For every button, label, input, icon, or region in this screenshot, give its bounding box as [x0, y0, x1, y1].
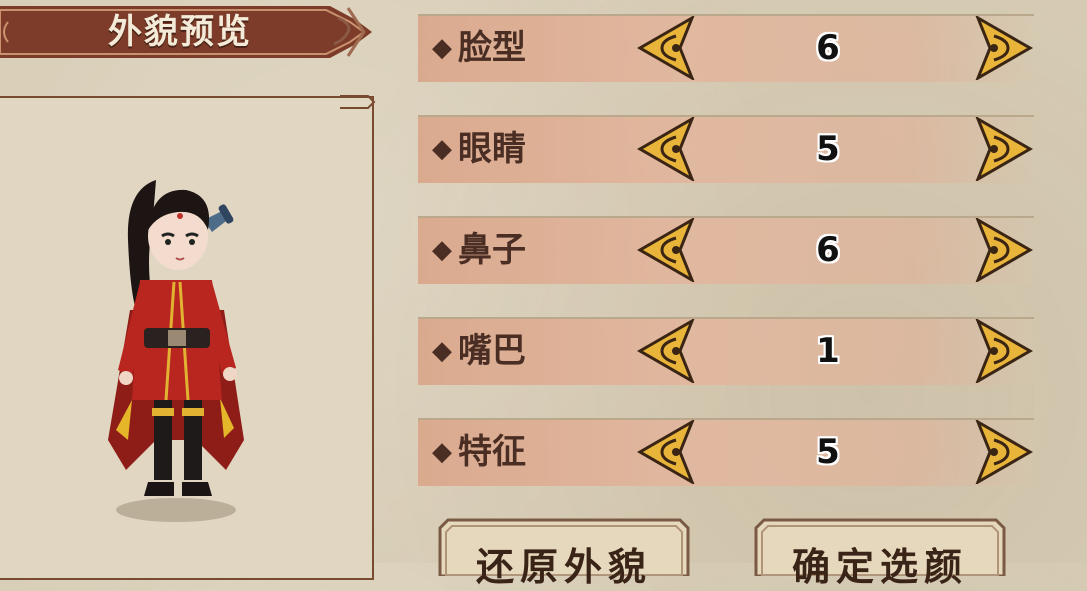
- ornate-right-arrow-icon[interactable]: [974, 420, 1034, 484]
- diamond-bullet-icon: ◆: [432, 134, 452, 164]
- feature-row-feature: ◆ 特征 5: [418, 418, 1034, 486]
- ornate-right-arrow-icon[interactable]: [974, 319, 1034, 383]
- feature-row-mouth: ◆ 嘴巴 1: [418, 317, 1034, 385]
- ornate-right-arrow-icon[interactable]: [974, 218, 1034, 282]
- ornate-left-arrow-icon[interactable]: [636, 319, 696, 383]
- row-divider: [418, 418, 1034, 420]
- row-divider: [418, 317, 1034, 319]
- restore-button-label: 还原外貌: [475, 545, 652, 589]
- ornate-right-arrow-icon[interactable]: [974, 16, 1034, 80]
- ornate-left-arrow-icon[interactable]: [636, 117, 696, 181]
- row-label: ◆ 眼睛: [432, 125, 526, 173]
- feature-row-nose: ◆ 鼻子 6: [418, 216, 1034, 284]
- row-value: 5: [816, 129, 840, 169]
- ornate-left-arrow-icon[interactable]: [636, 16, 696, 80]
- row-value: 5: [816, 432, 840, 472]
- row-divider: [418, 115, 1034, 117]
- row-label: ◆ 特征: [432, 428, 526, 476]
- row-label-text: 鼻子: [458, 230, 526, 270]
- panel-corner-icon: [340, 95, 376, 109]
- ornate-right-arrow-icon[interactable]: [974, 117, 1034, 181]
- row-value: 6: [816, 230, 840, 270]
- feature-row-eyes: ◆ 眼睛 5: [418, 115, 1034, 183]
- diamond-bullet-icon: ◆: [432, 336, 452, 366]
- ornate-left-arrow-icon[interactable]: [636, 420, 696, 484]
- row-divider: [418, 216, 1034, 218]
- page-title: 外貌预览: [108, 12, 252, 52]
- row-label-text: 特征: [458, 432, 526, 472]
- row-label-text: 眼睛: [458, 129, 526, 169]
- row-label-text: 脸型: [458, 28, 526, 68]
- confirm-appearance-button[interactable]: 确定选颜: [752, 516, 1008, 589]
- ornate-left-arrow-icon[interactable]: [636, 218, 696, 282]
- diamond-bullet-icon: ◆: [432, 33, 452, 63]
- row-label: ◆ 嘴巴: [432, 327, 526, 375]
- character-preview-image: [108, 180, 244, 522]
- diamond-bullet-icon: ◆: [432, 235, 452, 265]
- row-value: 6: [816, 28, 840, 68]
- row-divider: [418, 14, 1034, 16]
- row-label: ◆ 鼻子: [432, 226, 526, 274]
- feature-row-face: ◆ 脸型 6: [418, 14, 1034, 82]
- confirm-button-label: 确定选颜: [791, 545, 968, 589]
- row-value: 1: [816, 331, 840, 371]
- row-label: ◆ 脸型: [432, 24, 526, 72]
- restore-appearance-button[interactable]: 还原外貌: [436, 516, 692, 589]
- diamond-bullet-icon: ◆: [432, 437, 452, 467]
- row-label-text: 嘴巴: [458, 331, 526, 371]
- title-banner: 外貌预览: [0, 0, 380, 64]
